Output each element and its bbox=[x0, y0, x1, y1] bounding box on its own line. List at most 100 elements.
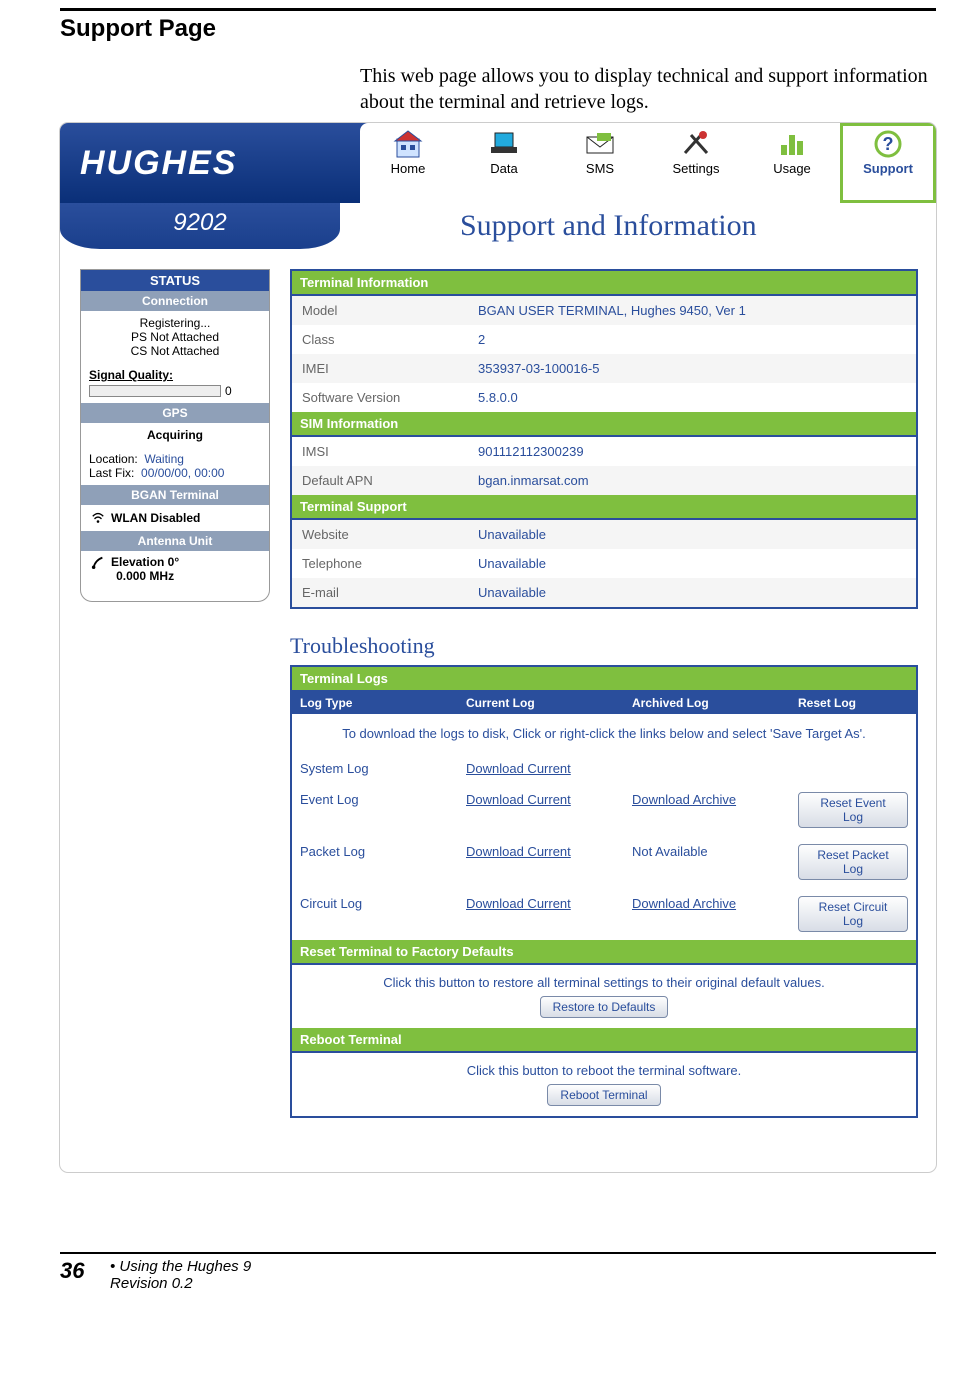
doc-footer: 36 • Using the Hughes 9 Revision 0.2 bbox=[60, 1252, 936, 1292]
ti-class-k: Class bbox=[292, 325, 472, 354]
sp-tel-k: Telephone bbox=[292, 549, 472, 578]
sp-web-v: Unavailable bbox=[472, 520, 916, 549]
tools-icon bbox=[679, 129, 713, 159]
wifi-icon bbox=[91, 511, 105, 525]
footer-line2: Revision 0.2 bbox=[110, 1275, 251, 1292]
gps-fix-value: 00/00/00, 00:00 bbox=[141, 466, 224, 480]
nav-home[interactable]: Home bbox=[360, 123, 456, 203]
antenna-icon bbox=[91, 555, 105, 569]
footer-line1: • Using the Hughes 9 bbox=[110, 1258, 251, 1275]
doc-section-title: Support Page bbox=[60, 8, 936, 43]
log-hdr-type: Log Type bbox=[292, 692, 458, 714]
event-log-name: Event Log bbox=[292, 788, 458, 832]
nav-usage[interactable]: Usage bbox=[744, 123, 840, 203]
nav-usage-label: Usage bbox=[773, 161, 811, 176]
logs-heading: Terminal Logs bbox=[292, 667, 916, 692]
log-row-system: System Log Download Current bbox=[292, 753, 916, 784]
log-hdr-current: Current Log bbox=[458, 692, 624, 714]
ti-imei-k: IMEI bbox=[292, 354, 472, 383]
signal-value: 0 bbox=[225, 384, 232, 398]
packet-log-archive-na: Not Available bbox=[624, 840, 790, 884]
reset-heading: Reset Terminal to Factory Defaults bbox=[292, 940, 916, 965]
nav-sms[interactable]: SMS bbox=[552, 123, 648, 203]
system-log-current-link[interactable]: Download Current bbox=[466, 761, 571, 776]
sp-tel-v: Unavailable bbox=[472, 549, 916, 578]
app-screenshot: HUGHES Home Data SMS Settings bbox=[60, 123, 936, 1172]
status-gps-heading: GPS bbox=[81, 403, 269, 423]
reset-event-log-button[interactable]: Reset Event Log bbox=[798, 792, 908, 828]
sp-web-k: Website bbox=[292, 520, 472, 549]
sp-mail-k: E-mail bbox=[292, 578, 472, 607]
reset-circuit-log-button[interactable]: Reset Circuit Log bbox=[798, 896, 908, 932]
logs-header-row: Log Type Current Log Archived Log Reset … bbox=[292, 692, 916, 714]
packet-log-name: Packet Log bbox=[292, 840, 458, 884]
antenna-elevation: Elevation 0° bbox=[111, 555, 179, 569]
status-antenna-heading: Antenna Unit bbox=[81, 531, 269, 551]
home-icon bbox=[391, 129, 425, 159]
envelope-icon bbox=[583, 129, 617, 159]
ti-imei-v: 353937-03-100016-5 bbox=[472, 354, 916, 383]
event-log-current-link[interactable]: Download Current bbox=[466, 792, 571, 807]
reboot-terminal-button[interactable]: Reboot Terminal bbox=[547, 1084, 660, 1106]
gps-fix-label: Last Fix: bbox=[89, 466, 134, 480]
reset-packet-log-button[interactable]: Reset Packet Log bbox=[798, 844, 908, 880]
nav-settings[interactable]: Settings bbox=[648, 123, 744, 203]
nav-settings-label: Settings bbox=[673, 161, 720, 176]
nav-bar: Home Data SMS Settings Usage bbox=[360, 123, 936, 203]
wlan-status: WLAN Disabled bbox=[111, 511, 200, 525]
status-sidebar: STATUS Connection Registering... PS Not … bbox=[80, 269, 270, 1172]
nav-data-label: Data bbox=[490, 161, 517, 176]
event-log-archive-link[interactable]: Download Archive bbox=[632, 792, 736, 807]
reset-note: Click this button to restore all termina… bbox=[298, 975, 910, 990]
sim-info-heading: SIM Information bbox=[292, 412, 916, 437]
conn-line3: CS Not Attached bbox=[89, 344, 261, 358]
laptop-icon bbox=[487, 129, 521, 159]
support-heading: Terminal Support bbox=[292, 495, 916, 520]
page-title: Support and Information bbox=[340, 203, 936, 249]
terminal-info-heading: Terminal Information bbox=[292, 271, 916, 296]
ti-model-v: BGAN USER TERMINAL, Hughes 9450, Ver 1 bbox=[472, 296, 916, 325]
ti-model-k: Model bbox=[292, 296, 472, 325]
log-hdr-archived: Archived Log bbox=[624, 692, 790, 714]
packet-log-current-link[interactable]: Download Current bbox=[466, 844, 571, 859]
log-row-packet: Packet Log Download Current Not Availabl… bbox=[292, 836, 916, 888]
circuit-log-name: Circuit Log bbox=[292, 892, 458, 936]
log-hdr-reset: Reset Log bbox=[790, 692, 916, 714]
log-row-event: Event Log Download Current Download Arch… bbox=[292, 784, 916, 836]
logs-note: To download the logs to disk, Click or r… bbox=[292, 714, 916, 753]
page-number: 36 bbox=[60, 1258, 110, 1292]
nav-support-label: Support bbox=[863, 161, 913, 176]
sub-bar: 9202 Support and Information bbox=[60, 203, 936, 249]
restore-defaults-button[interactable]: Restore to Defaults bbox=[540, 996, 669, 1018]
status-bgan-heading: BGAN Terminal bbox=[81, 485, 269, 505]
si-imsi-k: IMSI bbox=[292, 437, 472, 466]
svg-text:?: ? bbox=[883, 134, 894, 154]
model-label: 9202 bbox=[60, 203, 340, 249]
conn-line1: Registering... bbox=[89, 316, 261, 330]
si-apn-v: bgan.inmarsat.com bbox=[472, 466, 916, 495]
nav-home-label: Home bbox=[391, 161, 426, 176]
gps-state: Acquiring bbox=[147, 428, 203, 442]
antenna-freq: 0.000 MHz bbox=[116, 569, 174, 583]
signal-label: Signal Quality: bbox=[89, 368, 173, 382]
ti-class-v: 2 bbox=[472, 325, 916, 354]
circuit-log-archive-link[interactable]: Download Archive bbox=[632, 896, 736, 911]
reboot-note: Click this button to reboot the terminal… bbox=[298, 1063, 910, 1078]
circuit-log-current-link[interactable]: Download Current bbox=[466, 896, 571, 911]
conn-line2: PS Not Attached bbox=[89, 330, 261, 344]
brand-logo: HUGHES bbox=[80, 144, 237, 183]
ti-sw-v: 5.8.0.0 bbox=[472, 383, 916, 412]
troubleshooting-heading: Troubleshooting bbox=[290, 633, 918, 659]
si-imsi-v: 901112112300239 bbox=[472, 437, 916, 466]
nav-sms-label: SMS bbox=[586, 161, 614, 176]
troubleshooting-box: Terminal Logs Log Type Current Log Archi… bbox=[290, 665, 918, 1118]
nav-data[interactable]: Data bbox=[456, 123, 552, 203]
reboot-heading: Reboot Terminal bbox=[292, 1028, 916, 1053]
nav-support[interactable]: ? Support bbox=[840, 123, 936, 203]
brand-area: HUGHES bbox=[60, 123, 360, 203]
sp-mail-v: Unavailable bbox=[472, 578, 916, 607]
si-apn-k: Default APN bbox=[292, 466, 472, 495]
gps-loc-label: Location: bbox=[89, 452, 138, 466]
ti-sw-k: Software Version bbox=[292, 383, 472, 412]
status-heading: STATUS bbox=[81, 270, 269, 291]
